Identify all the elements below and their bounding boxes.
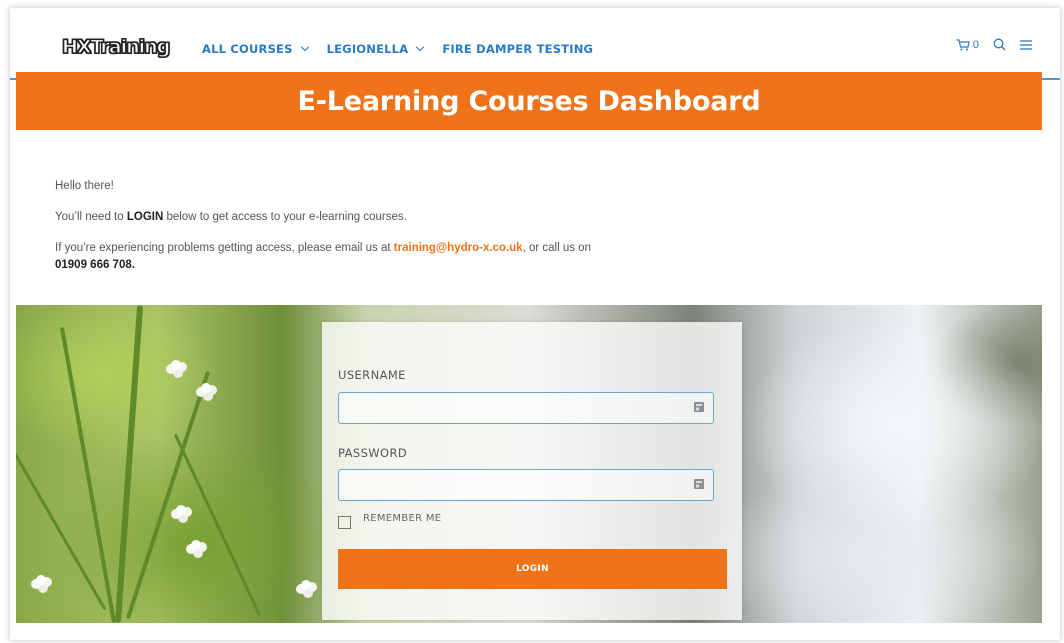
nav-item-legionella[interactable]: LEGIONELLA	[326, 42, 425, 56]
page-banner: E-Learning Courses Dashboard	[16, 72, 1042, 130]
password-field[interactable]	[338, 469, 714, 501]
support-text-mid: , or call us on	[522, 242, 591, 254]
page-title: E-Learning Courses Dashboard	[297, 85, 761, 117]
keychain-icon	[694, 479, 704, 489]
flower	[191, 540, 201, 550]
nav-item-label: ALL COURSES	[202, 42, 293, 56]
main-nav: ALL COURSES LEGIONELLA FIRE DAMPER TESTI…	[202, 42, 612, 56]
nav-item-label: FIRE DAMPER TESTING	[442, 42, 594, 56]
search-icon	[993, 38, 1006, 51]
remember-me: REMEMBER ME	[338, 508, 441, 529]
search-button[interactable]	[993, 38, 1006, 51]
login-form: USERNAME PASSWORD REMEMBER ME LOGIN	[322, 322, 742, 620]
username-field[interactable]	[338, 392, 714, 424]
intro-text: Hello there! You’ll need to LOGIN below …	[55, 178, 755, 288]
site-header: HXTraining ALL COURSES LEGIONELLA FIRE D…	[10, 8, 1060, 80]
nav-item-fire-damper-testing[interactable]: FIRE DAMPER TESTING	[442, 42, 593, 56]
password-label: PASSWORD	[338, 446, 408, 460]
login-instruction: You’ll need to LOGIN below to get access…	[55, 209, 755, 226]
site-logo[interactable]: HXTraining	[61, 35, 171, 58]
instruction-text: You’ll need to	[55, 211, 127, 223]
instruction-text-end: below to get access to your e-learning c…	[163, 211, 407, 223]
flower	[301, 580, 311, 590]
cart-icon	[956, 38, 970, 50]
support-text: If you’re experiencing problems getting …	[55, 240, 755, 274]
plant-stem	[173, 433, 262, 617]
plant-stem	[125, 370, 211, 620]
nav-item-label: LEGIONELLA	[326, 42, 409, 56]
nav-item-all-courses[interactable]: ALL COURSES	[202, 42, 309, 56]
username-label: USERNAME	[338, 368, 406, 382]
remember-me-label[interactable]: REMEMBER ME	[363, 513, 441, 524]
flower	[36, 575, 46, 585]
flower	[201, 383, 211, 393]
menu-button[interactable]	[1020, 39, 1032, 50]
flower	[176, 505, 186, 515]
support-text-start: If you’re experiencing problems getting …	[55, 242, 394, 254]
header-actions: 0	[956, 38, 1032, 51]
flower	[171, 360, 181, 370]
username-input[interactable]	[339, 393, 695, 421]
keychain-icon	[694, 402, 704, 412]
support-email-link[interactable]: training@hydro-x.co.uk	[394, 242, 523, 254]
instruction-bold: LOGIN	[126, 211, 164, 223]
password-input[interactable]	[339, 470, 695, 498]
chevron-down-icon	[416, 42, 425, 52]
greeting-text: Hello there!	[55, 180, 114, 192]
login-button[interactable]: LOGIN	[338, 549, 727, 589]
cart-count: 0	[972, 38, 979, 51]
remember-me-checkbox[interactable]	[338, 516, 351, 529]
chevron-down-icon	[300, 42, 309, 52]
support-phone: 01909 666 708.	[55, 259, 135, 271]
menu-icon	[1020, 39, 1032, 50]
cart-button[interactable]: 0	[956, 39, 979, 51]
